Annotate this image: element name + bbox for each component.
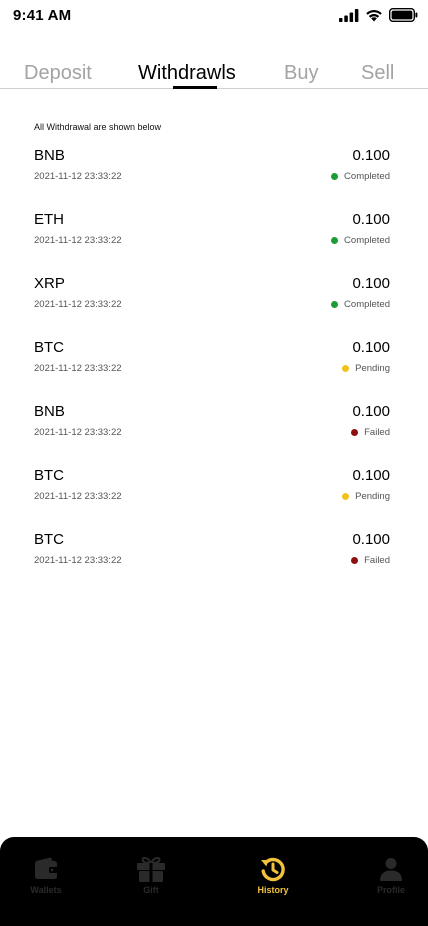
- status-badge: Pending: [342, 491, 390, 502]
- transaction-date: 2021-11-12 23:33:22: [34, 491, 122, 502]
- cellular-signal-icon: [339, 8, 359, 22]
- transaction-amount: 0.100: [352, 531, 390, 548]
- gift-icon: [137, 856, 165, 882]
- tab-deposit[interactable]: Deposit: [24, 62, 92, 85]
- status-text: Completed: [344, 235, 390, 246]
- nav-label-gift: Gift: [143, 885, 159, 895]
- nav-item-wallets[interactable]: Wallets: [6, 855, 86, 895]
- history-icon: [261, 857, 285, 882]
- status-dot-icon: [351, 557, 359, 564]
- status-dot-icon: [342, 493, 350, 500]
- list-item[interactable]: BTC 2021-11-12 23:33:22 0.100 Pending: [0, 336, 428, 400]
- tab-buy[interactable]: Buy: [284, 62, 318, 85]
- wifi-icon: [366, 10, 382, 22]
- transaction-date: 2021-11-12 23:33:22: [34, 363, 122, 374]
- active-tab-indicator: [173, 86, 217, 89]
- withdrawal-list: BNB 2021-11-12 23:33:22 0.100 Completed ETH 2…: [0, 144, 428, 592]
- list-item[interactable]: ETH 2021-11-12 23:33:22 0.100 Completed: [0, 208, 428, 272]
- list-item[interactable]: BNB 2021-11-12 23:33:22 0.100 Failed: [0, 400, 428, 464]
- nav-item-profile[interactable]: Profile: [351, 855, 428, 895]
- asset-symbol: ETH: [34, 211, 64, 228]
- status-bar: 9:41 AM: [0, 0, 428, 32]
- transaction-amount: 0.100: [352, 339, 390, 356]
- list-item[interactable]: BTC 2021-11-12 23:33:22 0.100 Pending: [0, 464, 428, 528]
- battery-icon: [389, 8, 418, 22]
- status-dot-icon: [331, 301, 339, 308]
- status-dot-icon: [331, 173, 339, 180]
- list-caption: All Withdrawal are shown below: [34, 122, 162, 132]
- asset-symbol: BTC: [34, 467, 64, 484]
- transaction-date: 2021-11-12 23:33:22: [34, 299, 122, 310]
- profile-icon: [380, 858, 402, 881]
- status-text: Failed: [364, 555, 390, 566]
- status-time: 9:41 AM: [13, 7, 72, 24]
- status-dot-icon: [351, 429, 359, 436]
- nav-label-profile: Profile: [376, 885, 405, 895]
- transaction-date: 2021-11-12 23:33:22: [34, 235, 122, 246]
- asset-symbol: BNB: [34, 403, 65, 420]
- wallet-icon: [35, 857, 58, 879]
- asset-symbol: XRP: [34, 275, 65, 292]
- status-text: Completed: [344, 299, 390, 310]
- status-text: Completed: [344, 171, 390, 182]
- asset-symbol: BTC: [34, 339, 64, 356]
- list-item[interactable]: BTC 2021-11-12 23:33:22 0.100 Failed: [0, 528, 428, 592]
- status-text: Pending: [355, 491, 390, 502]
- status-badge: Pending: [342, 363, 390, 374]
- bottom-navigation: Wallets Gift History Profile: [0, 837, 428, 926]
- nav-item-history[interactable]: History: [233, 855, 313, 895]
- asset-symbol: BNB: [34, 147, 65, 164]
- tab-sell[interactable]: Sell: [361, 62, 394, 85]
- status-icons: [339, 6, 418, 24]
- nav-item-gift[interactable]: Gift: [111, 855, 191, 895]
- nav-label-wallets: Wallets: [30, 885, 62, 895]
- transaction-date: 2021-11-12 23:33:22: [34, 555, 122, 566]
- status-badge: Failed: [351, 555, 390, 566]
- status-badge: Completed: [331, 299, 390, 310]
- list-item[interactable]: BNB 2021-11-12 23:33:22 0.100 Completed: [0, 144, 428, 208]
- transaction-amount: 0.100: [352, 467, 390, 484]
- transaction-amount: 0.100: [352, 403, 390, 420]
- nav-label-history: History: [257, 885, 289, 895]
- transaction-date: 2021-11-12 23:33:22: [34, 427, 122, 438]
- status-text: Failed: [364, 427, 390, 438]
- transaction-date: 2021-11-12 23:33:22: [34, 171, 122, 182]
- tab-withdrawls[interactable]: Withdrawls: [138, 62, 236, 85]
- status-badge: Failed: [351, 427, 390, 438]
- status-badge: Completed: [331, 235, 390, 246]
- transaction-amount: 0.100: [352, 147, 390, 164]
- asset-symbol: BTC: [34, 531, 64, 548]
- status-dot-icon: [342, 365, 350, 372]
- transaction-amount: 0.100: [352, 211, 390, 228]
- transaction-tabs: Deposit Withdrawls Buy Sell: [0, 58, 428, 89]
- status-badge: Completed: [331, 171, 390, 182]
- list-item[interactable]: XRP 2021-11-12 23:33:22 0.100 Completed: [0, 272, 428, 336]
- transaction-amount: 0.100: [352, 275, 390, 292]
- status-text: Pending: [355, 363, 390, 374]
- status-dot-icon: [331, 237, 339, 244]
